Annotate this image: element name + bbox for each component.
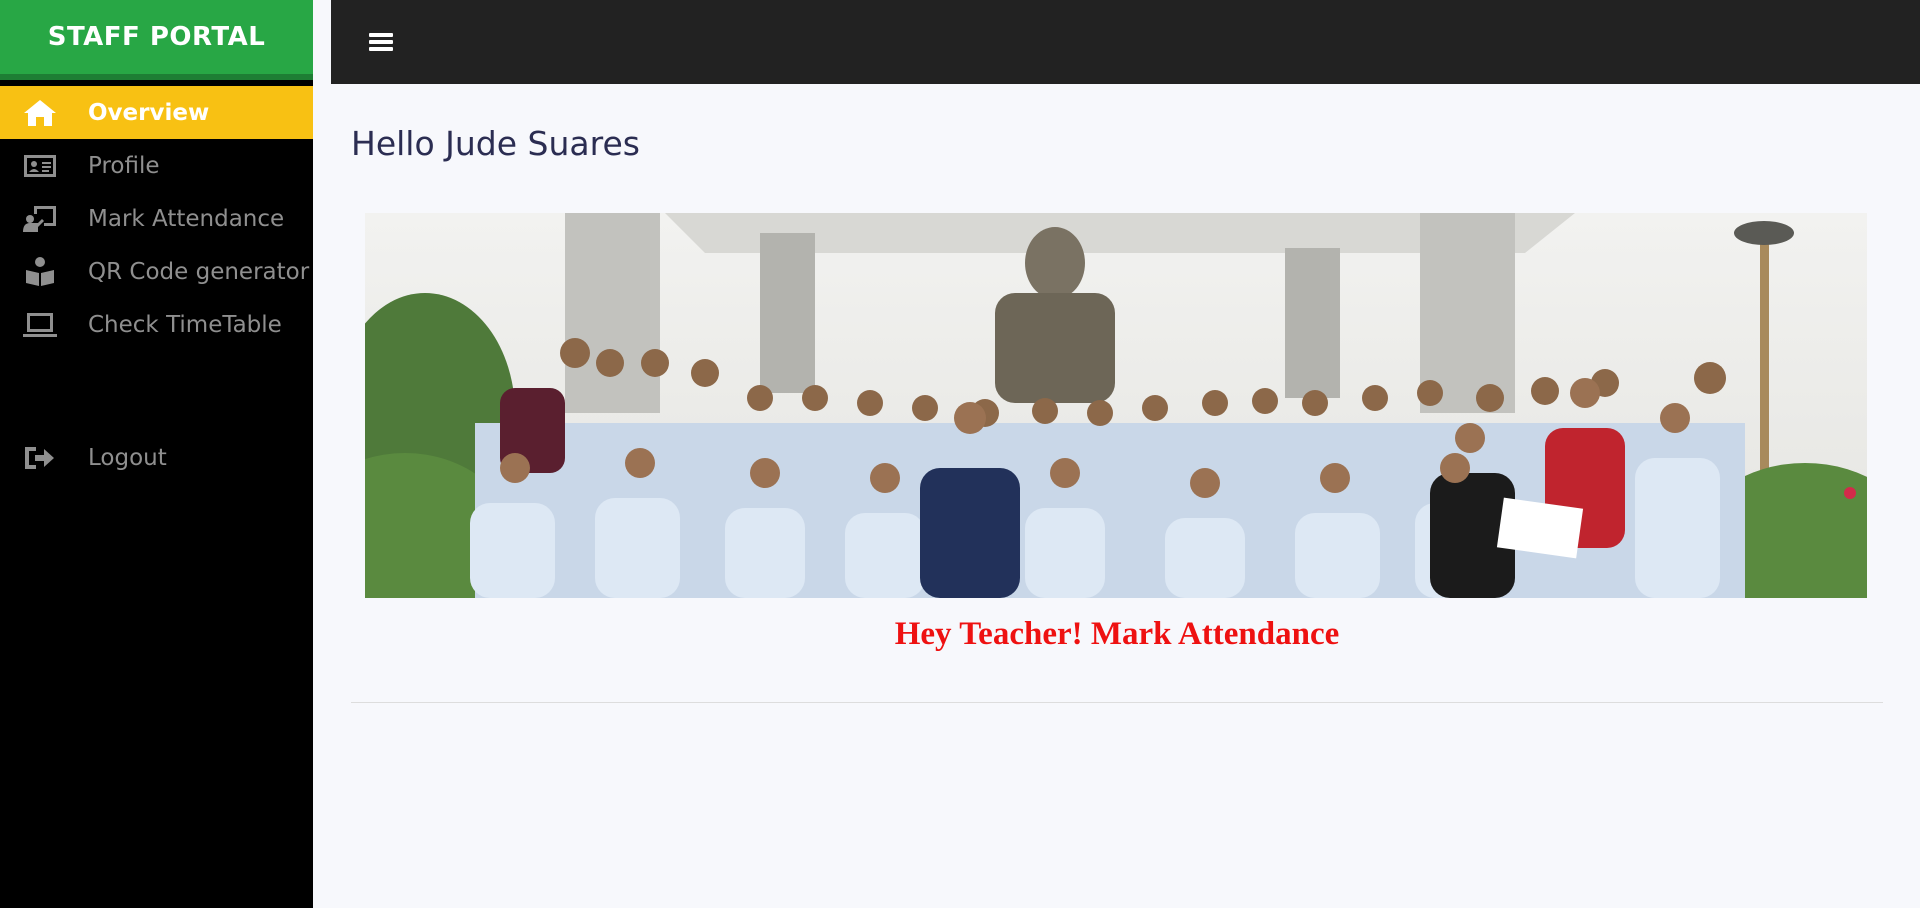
sidebar-item-overview[interactable]: Overview — [0, 86, 313, 139]
id-card-icon — [0, 139, 88, 192]
reading-person-icon — [0, 245, 88, 298]
sidebar-item-qr-code-generator[interactable]: QR Code generator — [0, 245, 313, 298]
sidebar-item-label: Overview — [88, 99, 210, 126]
sign-out-icon — [0, 431, 88, 484]
hamburger-menu-icon[interactable] — [369, 31, 395, 53]
logout-label: Logout — [88, 444, 167, 471]
sidebar-item-label: Check TimeTable — [88, 311, 282, 338]
chalkboard-teacher-icon — [0, 192, 88, 245]
page-greeting: Hello Jude Suares — [351, 124, 640, 163]
sidebar-spacer — [0, 351, 313, 431]
laptop-icon — [0, 298, 88, 351]
sidebar-item-label: Mark Attendance — [88, 205, 285, 232]
sidebar-item-profile[interactable]: Profile — [0, 139, 313, 192]
content-divider — [351, 702, 1883, 703]
brand-title: STAFF PORTAL — [0, 0, 313, 80]
topbar — [331, 0, 1920, 84]
sidebar: STAFF PORTAL Overview Profile Mark Atten… — [0, 0, 313, 908]
sidebar-item-label: Profile — [88, 152, 160, 179]
mark-attendance-heading: Hey Teacher! Mark Attendance — [894, 616, 1340, 652]
group-photo-image — [365, 213, 1867, 598]
sidebar-item-label: QR Code generator — [88, 258, 310, 285]
sidebar-nav: Overview Profile Mark Attendance QR Code… — [0, 86, 313, 484]
sidebar-item-check-timetable[interactable]: Check TimeTable — [0, 298, 313, 351]
main-content: Hello Jude Suares Hey Teacher! Mark Atte… — [331, 84, 1920, 908]
home-icon — [0, 86, 88, 139]
sidebar-item-mark-attendance[interactable]: Mark Attendance — [0, 192, 313, 245]
app-root: STAFF PORTAL Overview Profile Mark Atten… — [0, 0, 1920, 908]
sidebar-item-logout[interactable]: Logout — [0, 431, 313, 484]
